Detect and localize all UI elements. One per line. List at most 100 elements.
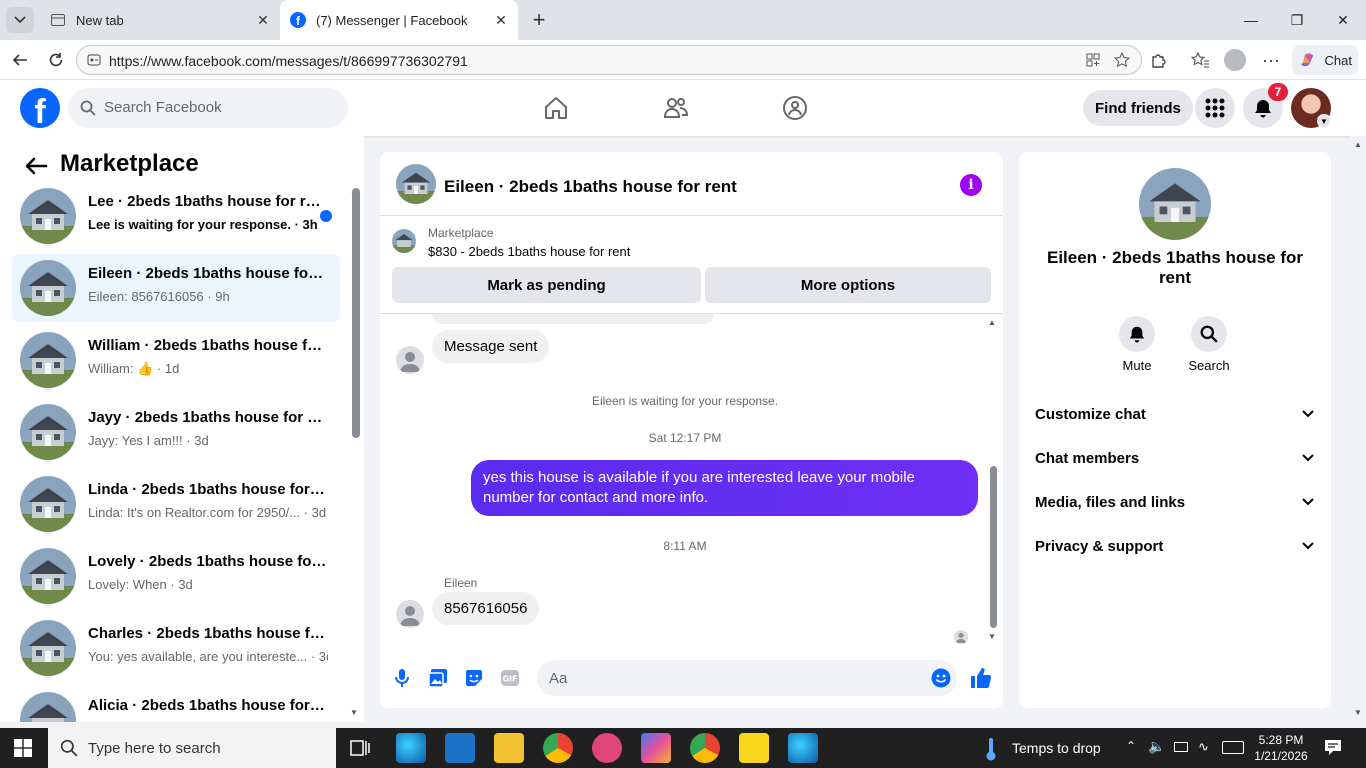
facebook-search-input[interactable]: Search Facebook	[68, 88, 348, 128]
copilot-taskbar-icon[interactable]	[641, 733, 671, 763]
copilot-chat-button[interactable]: Chat	[1292, 45, 1358, 75]
mute-button[interactable]: Mute	[1107, 316, 1167, 373]
sticky-notes-taskbar-icon[interactable]	[739, 733, 769, 763]
page-scrollbar[interactable]: ▲ ▼	[1350, 136, 1366, 722]
settings-more-button[interactable]: ···	[1256, 45, 1286, 75]
chrome-taskbar-icon[interactable]	[543, 733, 573, 763]
more-options-button[interactable]: More options	[705, 267, 991, 303]
conversation-title: Linda · 2beds 1baths house for rent	[88, 481, 328, 498]
message-bubble-incoming[interactable]: Message sent	[432, 330, 550, 363]
close-tab-icon[interactable]: ✕	[254, 11, 272, 29]
facebook-logo[interactable]: f	[20, 88, 60, 128]
new-tab-button[interactable]: +	[526, 7, 552, 32]
close-window-icon[interactable]: ✕	[1320, 0, 1366, 40]
message-input[interactable]: Aa	[537, 660, 957, 696]
task-view-button[interactable]	[350, 738, 370, 758]
attach-photo-button[interactable]	[427, 667, 449, 689]
sticker-icon	[466, 670, 482, 686]
listing-thumbnail	[20, 692, 76, 722]
message-bubble-incoming[interactable]: 8567616056	[432, 592, 540, 625]
media-files-links-section[interactable]: Media, files and links	[1035, 484, 1315, 520]
voice-clip-button[interactable]	[391, 667, 413, 689]
conversation-list-scrollbar[interactable]	[352, 188, 360, 438]
conversation-snippet: You: yes available, are you intereste...…	[88, 649, 328, 664]
scroll-up-icon[interactable]: ▲	[1354, 140, 1362, 149]
svg-text:GIF: GIF	[502, 675, 517, 684]
wifi-icon[interactable]: ∿	[1198, 739, 1209, 755]
facebook-f-icon: f	[34, 93, 46, 128]
conversation-item[interactable]: Alicia · 2beds 1baths house for rent	[12, 686, 340, 722]
scroll-down-icon[interactable]: ▼	[1354, 708, 1362, 717]
search-in-chat-button[interactable]: Search	[1179, 316, 1239, 373]
mark-as-pending-button[interactable]: Mark as pending	[392, 267, 701, 303]
address-bar[interactable]: https://www.facebook.com/messages/t/8669…	[76, 45, 1142, 75]
send-like-button[interactable]	[969, 666, 993, 690]
back-button[interactable]	[5, 45, 35, 75]
menu-button[interactable]	[1195, 88, 1235, 128]
listing-price[interactable]: $830 - 2beds 1baths house for rent	[428, 244, 630, 259]
extensions-button[interactable]	[1144, 45, 1174, 75]
scroll-down-icon[interactable]: ▼	[988, 632, 996, 641]
conversation-item[interactable]: Eileen · 2beds 1baths house for rent Eil…	[12, 254, 340, 322]
edge-active-taskbar-icon[interactable]	[788, 733, 818, 763]
paint-taskbar-icon[interactable]	[592, 733, 622, 763]
reload-button[interactable]	[41, 45, 71, 75]
file-explorer-taskbar-icon[interactable]	[494, 733, 524, 763]
find-friends-button[interactable]: Find friends	[1083, 90, 1193, 126]
battery-icon[interactable]	[1174, 742, 1188, 752]
scroll-up-icon[interactable]: ▲	[988, 318, 996, 327]
groups-icon	[783, 96, 807, 120]
scroll-down-icon[interactable]: ▼	[350, 708, 358, 717]
emoji-icon[interactable]	[931, 668, 951, 688]
conversation-snippet: Lovely: When · 3d	[88, 577, 193, 592]
conversation-item[interactable]: Linda · 2beds 1baths house for rent Lind…	[12, 470, 340, 538]
nav-home[interactable]	[536, 88, 576, 128]
bell-icon	[1255, 100, 1271, 118]
chat-title[interactable]: Eileen · 2beds 1baths house for rent	[444, 177, 737, 197]
volume-icon[interactable]: 🔈	[1148, 738, 1165, 755]
restore-icon[interactable]: ❐	[1274, 0, 1320, 40]
start-button[interactable]	[14, 739, 32, 757]
browser-tab-strip: New tab ✕ f (7) Messenger | Facebook ✕ +…	[0, 0, 1366, 40]
conversation-item[interactable]: Lovely · 2beds 1baths house for rent Lov…	[12, 542, 340, 610]
taskbar-search-input[interactable]: Type here to search	[48, 728, 336, 768]
message-bubble-outgoing[interactable]: yes this house is available if you are i…	[471, 460, 978, 516]
app-available-icon[interactable]	[1085, 52, 1101, 68]
taskbar-clock[interactable]: 5:28 PM 1/21/2026	[1250, 732, 1312, 764]
search-icon	[1191, 316, 1227, 352]
chevron-down-icon	[1302, 454, 1314, 462]
chat-thumbnail[interactable]	[396, 164, 436, 204]
favorite-star-icon[interactable]	[1113, 51, 1131, 69]
chevron-down-icon[interactable]: ▼	[1317, 114, 1331, 128]
sticker-button[interactable]	[463, 667, 485, 689]
profile-button[interactable]	[1220, 45, 1250, 75]
chat-members-section[interactable]: Chat members	[1035, 440, 1315, 476]
conversation-item[interactable]: William · 2beds 1baths house for rent Wi…	[12, 326, 340, 394]
gif-button[interactable]: GIF	[499, 667, 521, 689]
system-tray-chevron-icon[interactable]: ⌃	[1126, 739, 1136, 753]
weather-widget[interactable]: Temps to drop	[1012, 740, 1101, 756]
privacy-support-section[interactable]: Privacy & support	[1035, 528, 1315, 564]
keyboard-icon[interactable]	[1222, 741, 1244, 754]
back-arrow-icon[interactable]	[22, 152, 50, 180]
notification-center-button[interactable]	[1324, 738, 1342, 756]
conversation-item[interactable]: Charles · 2beds 1baths house for rent Yo…	[12, 614, 340, 682]
site-info-icon[interactable]	[86, 52, 102, 68]
tab-messenger[interactable]: f (7) Messenger | Facebook ✕	[280, 0, 518, 40]
edge-taskbar-icon[interactable]	[396, 733, 426, 763]
message-thread-scrollbar[interactable]	[990, 466, 997, 628]
close-tab-icon[interactable]: ✕	[492, 11, 510, 29]
tab-new-tab[interactable]: New tab ✕	[40, 0, 280, 40]
outlook-taskbar-icon[interactable]	[445, 733, 475, 763]
conversation-item[interactable]: Lee · 2beds 1baths house for rent Lee is…	[12, 182, 340, 250]
customize-chat-section[interactable]: Customize chat	[1035, 396, 1315, 432]
chrome-profile-taskbar-icon[interactable]	[690, 733, 720, 763]
minimize-icon[interactable]: —	[1228, 0, 1274, 40]
info-icon[interactable]: i	[960, 174, 982, 196]
nav-friends[interactable]	[656, 88, 696, 128]
friends-icon	[663, 98, 689, 118]
favorites-button[interactable]	[1185, 45, 1215, 75]
nav-groups[interactable]	[775, 88, 815, 128]
tab-list-button[interactable]	[6, 7, 34, 33]
conversation-item[interactable]: Jayy · 2beds 1baths house for rent Jayy:…	[12, 398, 340, 466]
